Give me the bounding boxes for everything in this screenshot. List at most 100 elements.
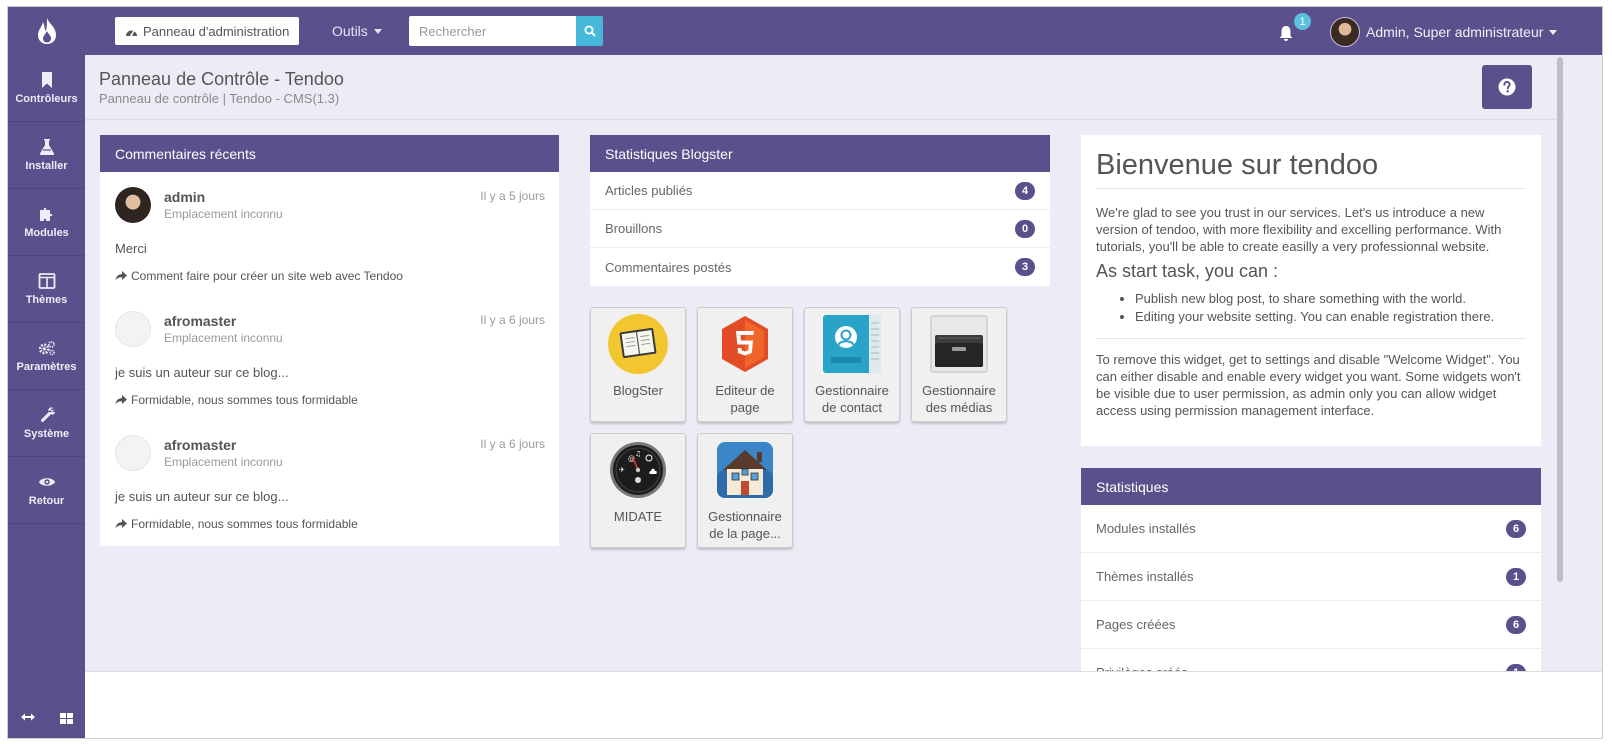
share-icon	[115, 519, 127, 529]
comment-item: afromaster Emplacement inconnu Il y a 6 …	[100, 296, 559, 420]
search-input[interactable]	[409, 16, 576, 46]
sidebar-item-back[interactable]: Retour	[8, 457, 85, 524]
stat-row-comments[interactable]: Commentaires postés 3	[590, 248, 1050, 286]
comment-article-label: Formidable, nous sommes tous formidable	[131, 517, 358, 531]
share-icon	[115, 271, 127, 281]
commenter-name[interactable]: afromaster	[164, 437, 236, 453]
question-circle-icon	[1498, 78, 1516, 96]
eye-icon	[38, 478, 55, 486]
comment-text: Merci	[115, 241, 147, 256]
commenter-location: Emplacement inconnu	[164, 207, 283, 221]
dashboard-icon	[126, 29, 137, 36]
page-title: Panneau de Contrôle - Tendoo	[99, 69, 344, 89]
user-menu[interactable]: Admin, Super administrateur	[1330, 16, 1558, 48]
stat-row-modules[interactable]: Modules installés 6	[1081, 505, 1541, 553]
sidebar-item-install[interactable]: Installer	[8, 122, 85, 189]
caret-down-icon	[1549, 29, 1558, 35]
user-label: Admin, Super administrateur	[1366, 24, 1544, 40]
stat-label: Brouillons	[605, 221, 663, 236]
expand-horizontal-icon[interactable]	[20, 713, 35, 721]
stat-count-badge: 6	[1506, 615, 1526, 634]
comment-time: Il y a 6 jours	[480, 437, 545, 451]
drawer-icon	[927, 312, 991, 376]
notifications-button[interactable]: 1	[1278, 13, 1311, 45]
caret-down-icon	[373, 28, 382, 34]
stat-label: Pages créées	[1096, 617, 1176, 632]
app-label: Gestionnaire des médias	[922, 383, 996, 415]
notebook-icon	[606, 312, 670, 376]
comment-text: je suis un auteur sur ce blog...	[115, 489, 289, 504]
stat-label: Thèmes installés	[1096, 569, 1194, 584]
page-subtitle: Panneau de contrôle | Tendoo - CMS(1.3)	[99, 91, 340, 106]
panel-header: Statistiques Blogster	[590, 135, 1050, 172]
app-tile-contact-manager[interactable]: Gestionnaire de contact	[804, 307, 900, 422]
tools-dropdown[interactable]: Outils	[332, 17, 382, 45]
sidebar-footer	[8, 713, 85, 724]
welcome-task-list: Publish new blog post, to share somethin…	[1096, 290, 1526, 326]
comment-article-link[interactable]: Comment faire pour créer un site web ave…	[115, 269, 403, 283]
search-bar	[409, 16, 603, 46]
commenter-avatar	[115, 435, 151, 471]
grid-icon[interactable]	[59, 713, 73, 724]
sidebar-item-label: Modules	[24, 227, 69, 239]
app-label: BlogSter	[613, 383, 663, 398]
app-window: Panneau d'administration Outils 1	[7, 6, 1603, 739]
stat-count-badge: 4	[1015, 181, 1035, 200]
comment-article-link[interactable]: Formidable, nous sommes tous formidable	[115, 393, 358, 407]
wrench-icon	[40, 407, 55, 423]
commenter-name[interactable]: afromaster	[164, 313, 236, 329]
sidebar-item-settings[interactable]: Paramètres	[8, 323, 85, 390]
app-tile-blogster[interactable]: BlogSter	[590, 307, 686, 422]
app-tile-midate[interactable]: @ ♫ ✈ MIDATE	[590, 433, 686, 548]
blogster-stats-panel: Statistiques Blogster Articles publiés 4…	[590, 135, 1050, 286]
sidebar-item-system[interactable]: Système	[8, 390, 85, 457]
welcome-note: To remove this widget, get to settings a…	[1096, 352, 1521, 418]
comment-item: admin Emplacement inconnu Il y a 5 jours…	[100, 172, 559, 296]
stat-label: Commentaires postés	[605, 259, 732, 275]
welcome-subtitle: As start task, you can :	[1096, 261, 1279, 281]
comment-article-label: Comment faire pour créer un site web ave…	[131, 269, 403, 283]
stat-row-pages[interactable]: Pages créées 6	[1081, 601, 1541, 649]
stat-count-badge: 6	[1506, 519, 1526, 538]
tendoo-logo[interactable]	[8, 7, 85, 55]
app-label: Editeur de page	[715, 383, 775, 415]
welcome-intro: We're glad to see you trust in our servi…	[1096, 205, 1502, 254]
stat-label: Articles publiés	[605, 183, 693, 198]
tools-label: Outils	[332, 23, 368, 39]
app-tile-page-manager[interactable]: Gestionnaire de la page...	[697, 433, 793, 548]
stat-row-drafts[interactable]: Brouillons 0	[590, 210, 1050, 248]
search-icon	[584, 25, 596, 37]
commenter-location: Emplacement inconnu	[164, 331, 283, 345]
bookmark-icon	[41, 72, 52, 88]
admin-panel-button[interactable]: Panneau d'administration	[115, 17, 300, 45]
commenter-avatar	[115, 187, 151, 223]
stat-count-badge: 3	[1015, 258, 1035, 276]
sidebar-item-themes[interactable]: Thèmes	[8, 256, 85, 323]
stat-row-themes[interactable]: Thèmes installés 1	[1081, 553, 1541, 601]
sidebar-item-controllers[interactable]: Contrôleurs	[8, 55, 85, 122]
page-header: Panneau de Contrôle - Tendoo Panneau de …	[85, 55, 1565, 120]
welcome-title: Bienvenue sur tendoo	[1096, 149, 1526, 189]
commenter-avatar	[115, 311, 151, 347]
comment-article-label: Formidable, nous sommes tous formidable	[131, 393, 358, 407]
scrollbar[interactable]	[1557, 57, 1563, 582]
sidebar-item-label: Installer	[25, 160, 68, 172]
help-button[interactable]	[1482, 65, 1532, 109]
commenter-name[interactable]: admin	[164, 189, 205, 205]
share-icon	[115, 395, 127, 405]
app-tile-page-editor[interactable]: Editeur de page	[697, 307, 793, 422]
app-tile-media-manager[interactable]: Gestionnaire des médias	[911, 307, 1007, 422]
notification-badge: 1	[1294, 13, 1311, 30]
list-item: Editing your website setting. You can en…	[1135, 308, 1526, 326]
sidebar-item-modules[interactable]: Modules	[8, 189, 85, 256]
stat-count-badge: 1	[1506, 567, 1526, 586]
stat-count-badge: 0	[1015, 219, 1035, 238]
panel-header: Commentaires récents	[100, 135, 559, 172]
commenter-location: Emplacement inconnu	[164, 455, 283, 469]
search-button[interactable]	[576, 16, 603, 46]
svg-text:♫: ♫	[635, 450, 641, 458]
flame-icon	[37, 18, 56, 44]
app-label: MIDATE	[613, 509, 663, 524]
comment-article-link[interactable]: Formidable, nous sommes tous formidable	[115, 517, 358, 531]
stat-row-published[interactable]: Articles publiés 4	[590, 172, 1050, 210]
